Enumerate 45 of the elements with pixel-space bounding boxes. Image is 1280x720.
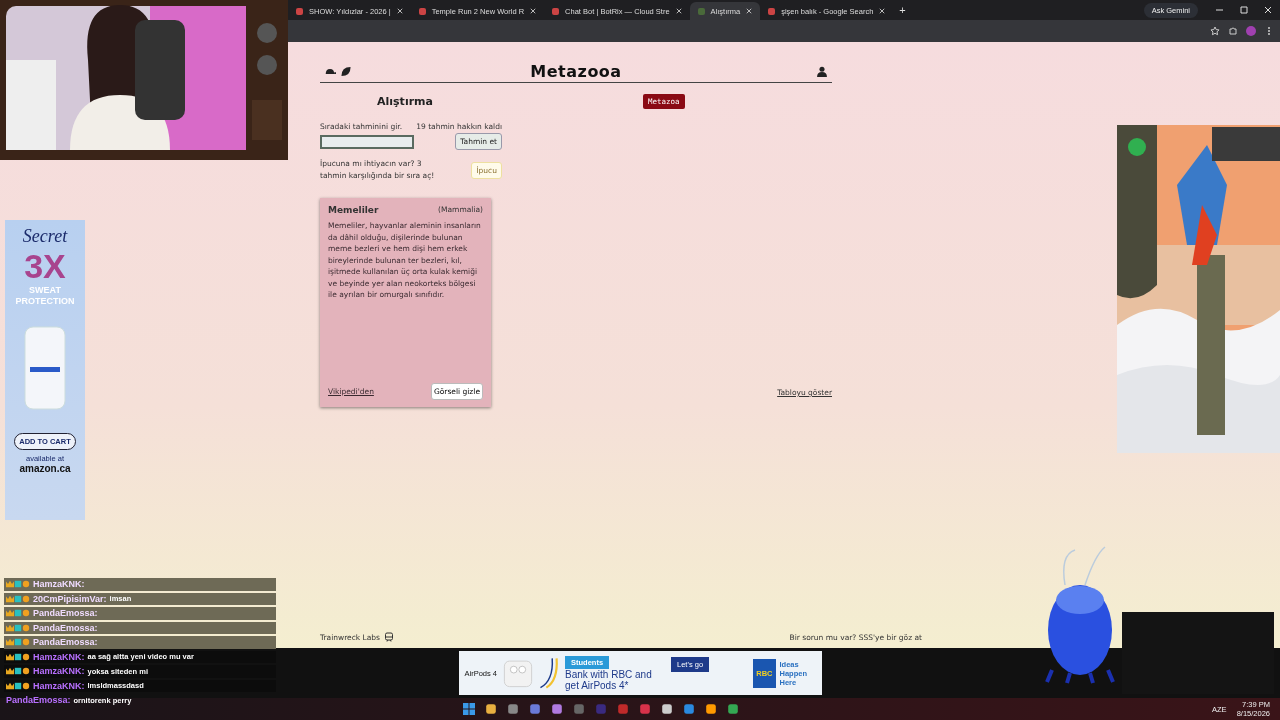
chat-message: HamzaKNK:	[4, 578, 276, 591]
site-icon	[552, 7, 560, 15]
app-icon[interactable]	[683, 703, 695, 715]
window-controls-drawing[interactable]	[1214, 5, 1274, 15]
site-logo: Metazooa	[529, 61, 623, 81]
new-tab-button[interactable]: +	[893, 4, 912, 16]
store-name: amazon.ca	[19, 463, 71, 474]
badges-drawing	[6, 594, 30, 603]
mode-title: Alıştırma	[376, 94, 434, 108]
chat-message: PandaEmossa:	[4, 607, 276, 620]
close-icon[interactable]	[746, 8, 753, 14]
app-icon[interactable]	[727, 703, 739, 715]
site-icon	[768, 7, 776, 15]
app-icon[interactable]	[507, 703, 519, 715]
star-icon[interactable]	[1210, 26, 1220, 36]
app-icon[interactable]	[529, 703, 541, 715]
badges-drawing	[6, 580, 30, 589]
site-icon	[296, 7, 303, 15]
card-title: Memeliler	[328, 205, 379, 215]
leaf-icon[interactable]	[340, 65, 352, 77]
user-icon[interactable]	[816, 65, 828, 77]
close-icon[interactable]	[675, 8, 682, 14]
app-icon[interactable]	[705, 703, 717, 715]
badges-drawing	[6, 609, 30, 618]
chat-message: PandaEmossa:	[4, 636, 276, 649]
badges-drawing	[6, 667, 30, 676]
windows-start-icon[interactable]	[463, 703, 475, 715]
site-icon	[418, 7, 426, 15]
close-icon[interactable]	[879, 8, 886, 14]
app-icon[interactable]	[551, 703, 563, 715]
ad-headline: 3X	[24, 247, 66, 285]
close-icon[interactable]	[530, 8, 537, 14]
app-icon[interactable]	[485, 703, 497, 715]
badges-drawing	[6, 681, 30, 690]
ad-brand: Secret	[22, 226, 68, 247]
badges-drawing	[6, 652, 30, 661]
guess-input-field[interactable]	[320, 134, 414, 149]
close-icon[interactable]	[396, 8, 403, 14]
badges-drawing	[6, 623, 30, 632]
app-icon[interactable]	[661, 703, 673, 715]
ad-headline: Bank with RBC and get AirPods 4*	[565, 668, 653, 691]
train-icon	[383, 632, 394, 642]
site-icon	[697, 7, 705, 15]
ad-subheadline: SWEAT PROTECTION	[14, 285, 76, 307]
badges-drawing	[6, 638, 30, 647]
